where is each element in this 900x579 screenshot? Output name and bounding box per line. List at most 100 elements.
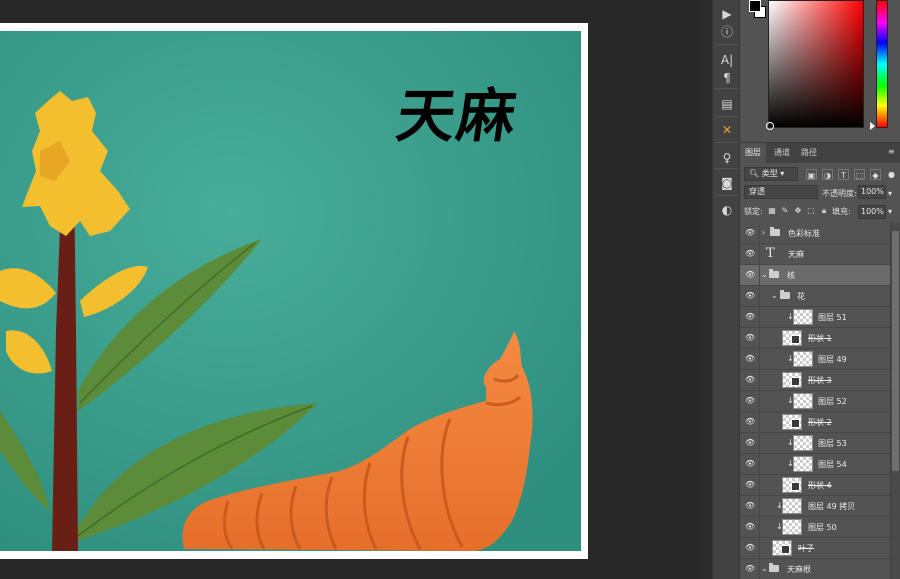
layer-row[interactable]: 👁︎ ⌄ 花 [740, 286, 890, 307]
filter-smart-icon[interactable]: ◆ [870, 169, 881, 180]
visibility-eye-icon[interactable]: 👁︎ [745, 271, 755, 279]
layer-row[interactable]: 👁︎ ↓ 图层 54 [740, 454, 890, 475]
right-panel: 图层 通道 路径 ≡ 🔍︎ 类型 ▾ ▣ ◑ T ⬚ ◆ ● 穿透 不透明度: … [740, 0, 900, 579]
layer-row[interactable]: 👁︎ 形状 2 [740, 412, 890, 433]
layer-row[interactable]: 👁︎ › 色彩标准 [740, 223, 890, 244]
column-divider [759, 496, 760, 517]
visibility-eye-icon[interactable]: 👁︎ [745, 397, 755, 405]
lock-transparency-icon[interactable]: ▦ [767, 206, 777, 216]
visibility-eye-icon[interactable]: 👁︎ [745, 229, 755, 237]
lock-artboard-icon[interactable]: ⬚ [806, 206, 816, 216]
filter-kind-value: 类型 [761, 169, 778, 178]
filter-type-icon[interactable]: T [838, 169, 849, 180]
color-swatches[interactable] [746, 0, 768, 20]
layer-row[interactable]: 👁︎ 形状 3 [740, 370, 890, 391]
visibility-eye-icon[interactable]: 👁︎ [745, 355, 755, 363]
paragraph-icon[interactable]: ¶ [716, 68, 738, 88]
layers-scrollbar[interactable] [890, 223, 900, 579]
opacity-chevron-icon[interactable]: ▾ [888, 187, 892, 201]
character-icon[interactable]: A| [716, 50, 738, 70]
adjust-icon[interactable]: ◐ [716, 200, 738, 220]
foreground-color-swatch[interactable] [749, 0, 761, 12]
visibility-eye-icon[interactable]: 👁︎ [745, 250, 755, 258]
layer-thumbnail [793, 351, 813, 367]
filter-toggle-icon[interactable]: ● [886, 169, 897, 180]
tab-paths[interactable]: 路径 [796, 143, 822, 163]
lock-all-icon[interactable]: 🔒︎ [819, 206, 829, 216]
visibility-eye-icon[interactable]: 👁︎ [745, 565, 755, 573]
layer-name: 色彩标准 [788, 229, 820, 238]
blend-mode-select[interactable]: 穿透 [744, 185, 818, 199]
info-icon[interactable]: ⓘ [716, 22, 738, 42]
layer-thumbnail [793, 456, 813, 472]
lock-move-icon[interactable]: ✥ [793, 206, 803, 216]
hue-slider-handle[interactable] [870, 122, 875, 130]
layer-row[interactable]: 👁︎ ↓ 图层 52 [740, 391, 890, 412]
saturation-field[interactable] [768, 0, 864, 128]
folder-icon [770, 227, 780, 236]
layer-row[interactable]: 👁︎ 形状 4 [740, 475, 890, 496]
layer-name: 核 [787, 271, 795, 280]
panel-tabs: 图层 通道 路径 ≡ [740, 143, 900, 163]
visibility-eye-icon[interactable]: 👁︎ [745, 418, 755, 426]
column-divider [759, 454, 760, 475]
layer-row[interactable]: 👁︎ ↓ 图层 49 拷贝 [740, 496, 890, 517]
filter-pixel-icon[interactable]: ▣ [806, 169, 817, 180]
layer-row[interactable]: 👁︎ 叶子 [740, 538, 890, 559]
opacity-input[interactable]: 100% [858, 185, 886, 199]
tool-divider [715, 44, 739, 45]
fill-chevron-icon[interactable]: ▾ [888, 205, 892, 219]
folder-icon [780, 290, 790, 299]
layer-name: 图层 51 [818, 313, 847, 322]
scrollbar-thumb[interactable] [892, 231, 899, 471]
fill-input[interactable]: 100% [858, 205, 886, 219]
layer-row[interactable]: 👁︎ ↓ 图层 53 [740, 433, 890, 454]
crosshair-icon[interactable]: ✕ [716, 120, 738, 140]
layer-filter-row: 🔍︎ 类型 ▾ ▣ ◑ T ⬚ ◆ ● [740, 167, 900, 185]
visibility-eye-icon[interactable]: 👁︎ [745, 376, 755, 384]
filter-shape-icon[interactable]: ⬚ [854, 169, 865, 180]
play-icon[interactable]: ▶ [716, 4, 738, 24]
layer-name: 天麻根 [787, 565, 811, 574]
collapse-arrow-icon[interactable]: ⌄ [761, 269, 768, 281]
lock-brush-icon[interactable]: ✎ [780, 206, 790, 216]
column-divider [759, 433, 760, 454]
tab-channels[interactable]: 通道 [769, 143, 795, 163]
layer-thumbnail [793, 309, 813, 325]
layer-row[interactable]: 👁︎ 形状 1 [740, 328, 890, 349]
layer-row-selected[interactable]: 👁︎ ⌄ 核 [740, 265, 890, 286]
visibility-eye-icon[interactable]: 👁︎ [745, 481, 755, 489]
color-picker-ring[interactable] [766, 122, 774, 130]
layer-row[interactable]: 👁︎ ⌄ 天麻根 [740, 559, 890, 579]
collapse-arrow-icon[interactable]: ⌄ [771, 290, 778, 302]
hue-slider[interactable] [876, 0, 888, 128]
layer-row[interactable]: 👁︎ ↓ 图层 50 [740, 517, 890, 538]
layer-row[interactable]: 👁︎ ↓ 图层 51 [740, 307, 890, 328]
camera-icon[interactable]: ◙ [716, 173, 738, 193]
filter-adjustment-icon[interactable]: ◑ [822, 169, 833, 180]
layer-list[interactable]: 👁︎ › 色彩标准 👁︎ T 天麻 👁︎ ⌄ 核 👁︎ ⌄ 花 👁︎ ↓ 图层 … [740, 223, 890, 579]
filter-kind-select[interactable]: 🔍︎ 类型 ▾ [744, 167, 798, 181]
visibility-eye-icon[interactable]: 👁︎ [745, 439, 755, 447]
collapse-arrow-icon[interactable]: ⌄ [761, 563, 768, 575]
layer-row[interactable]: 👁︎ T 天麻 [740, 244, 890, 265]
visibility-eye-icon[interactable]: 👁︎ [745, 502, 755, 510]
canvas-area[interactable]: 天麻 [0, 0, 700, 579]
visibility-eye-icon[interactable]: 👁︎ [745, 313, 755, 321]
blend-mode-value: 穿透 [749, 187, 765, 196]
stamp-icon[interactable]: ▤ [716, 94, 738, 114]
visibility-eye-icon[interactable]: 👁︎ [745, 544, 755, 552]
tool-divider [715, 195, 739, 196]
visibility-eye-icon[interactable]: 👁︎ [745, 523, 755, 531]
visibility-eye-icon[interactable]: 👁︎ [745, 460, 755, 468]
tool-preset-icon[interactable]: ♀ [716, 148, 738, 168]
column-divider [759, 265, 760, 286]
tab-layers[interactable]: 图层 [740, 143, 766, 163]
layer-thumbnail [782, 498, 802, 514]
panel-menu-icon[interactable]: ≡ [888, 148, 896, 156]
layer-row[interactable]: 👁︎ ↓ 图层 49 [740, 349, 890, 370]
expand-arrow-icon[interactable]: › [762, 227, 765, 239]
visibility-eye-icon[interactable]: 👁︎ [745, 334, 755, 342]
visibility-eye-icon[interactable]: 👁︎ [745, 292, 755, 300]
layer-name: 图层 52 [818, 397, 847, 406]
